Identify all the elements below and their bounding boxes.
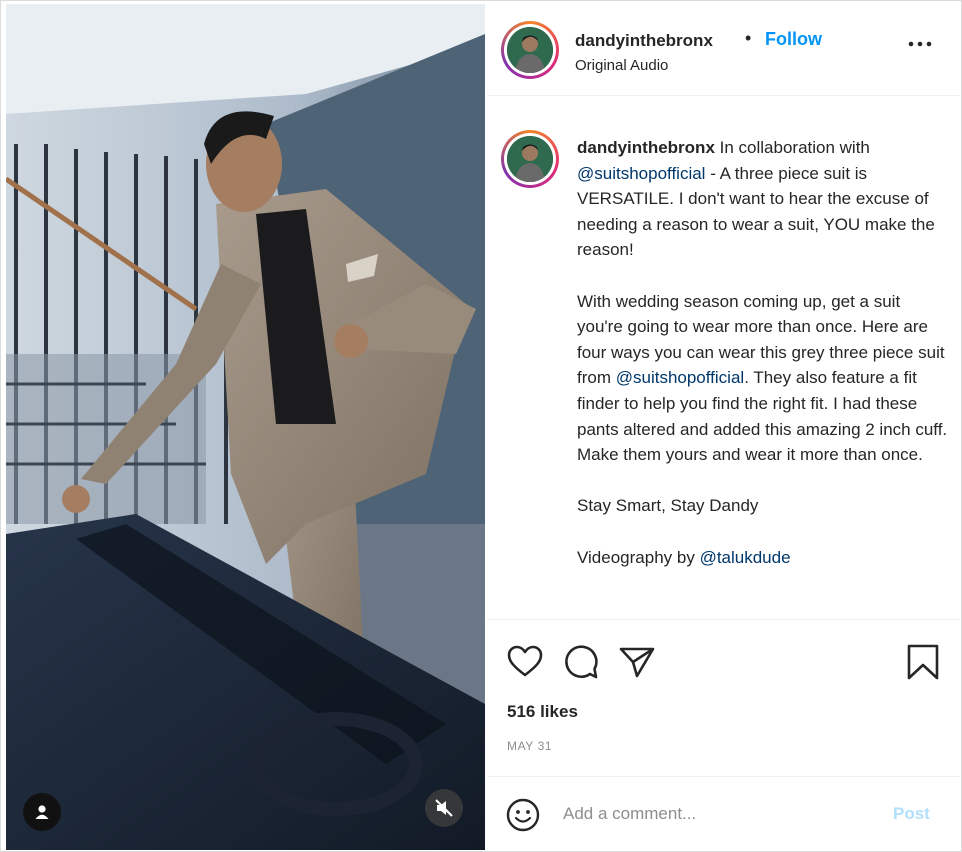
post-video[interactable] <box>6 4 485 850</box>
post-date[interactable]: MAY 31 <box>507 739 552 753</box>
post-comment-button[interactable]: Post <box>893 804 930 824</box>
post-actions: 516 likes MAY 31 <box>487 619 959 779</box>
paper-plane-icon[interactable] <box>617 642 657 682</box>
caption-text: Videography by <box>577 547 700 567</box>
separator-dot: • <box>745 28 752 48</box>
likes-count[interactable]: 516 likes <box>507 702 578 722</box>
speaker-muted-icon <box>435 799 453 817</box>
caption-username[interactable]: dandyinthebronx <box>577 138 715 157</box>
instagram-post: dandyinthebronx • Follow Original Audio <box>0 0 962 852</box>
post-header: dandyinthebronx • Follow Original Audio <box>487 4 959 96</box>
caption-avatar[interactable] <box>501 130 559 188</box>
post-caption: dandyinthebronx In collaboration with @s… <box>577 135 949 596</box>
emoji-icon[interactable] <box>505 797 541 833</box>
mute-button[interactable] <box>425 789 463 827</box>
comment-input[interactable] <box>563 799 863 829</box>
mention-link[interactable]: @talukdude <box>700 548 791 567</box>
heart-icon[interactable] <box>505 642 545 682</box>
mention-link[interactable]: @suitshopofficial <box>577 164 705 183</box>
follow-button[interactable]: Follow <box>765 29 822 50</box>
more-dots-icon[interactable] <box>905 34 935 54</box>
tagged-users-button[interactable] <box>23 793 61 831</box>
audio-label[interactable]: Original Audio <box>575 57 668 74</box>
bookmark-icon[interactable] <box>903 642 943 682</box>
caption-scroll-area[interactable]: dandyinthebronx In collaboration with @s… <box>487 97 959 617</box>
caption-signoff: Stay Smart, Stay Dandy <box>577 496 759 516</box>
post-username[interactable]: dandyinthebronx <box>575 31 713 51</box>
post-details-panel: dandyinthebronx • Follow Original Audio <box>487 4 959 850</box>
video-frame-image <box>6 4 485 850</box>
avatar-image <box>507 27 553 73</box>
avatar-image <box>507 136 553 182</box>
avatar[interactable] <box>501 21 559 79</box>
caption-text: In collaboration with <box>714 138 870 157</box>
user-icon <box>35 805 49 819</box>
mention-link[interactable]: @suitshopofficial <box>616 368 744 387</box>
comment-bar: Post <box>487 776 959 850</box>
comment-icon[interactable] <box>561 642 601 682</box>
